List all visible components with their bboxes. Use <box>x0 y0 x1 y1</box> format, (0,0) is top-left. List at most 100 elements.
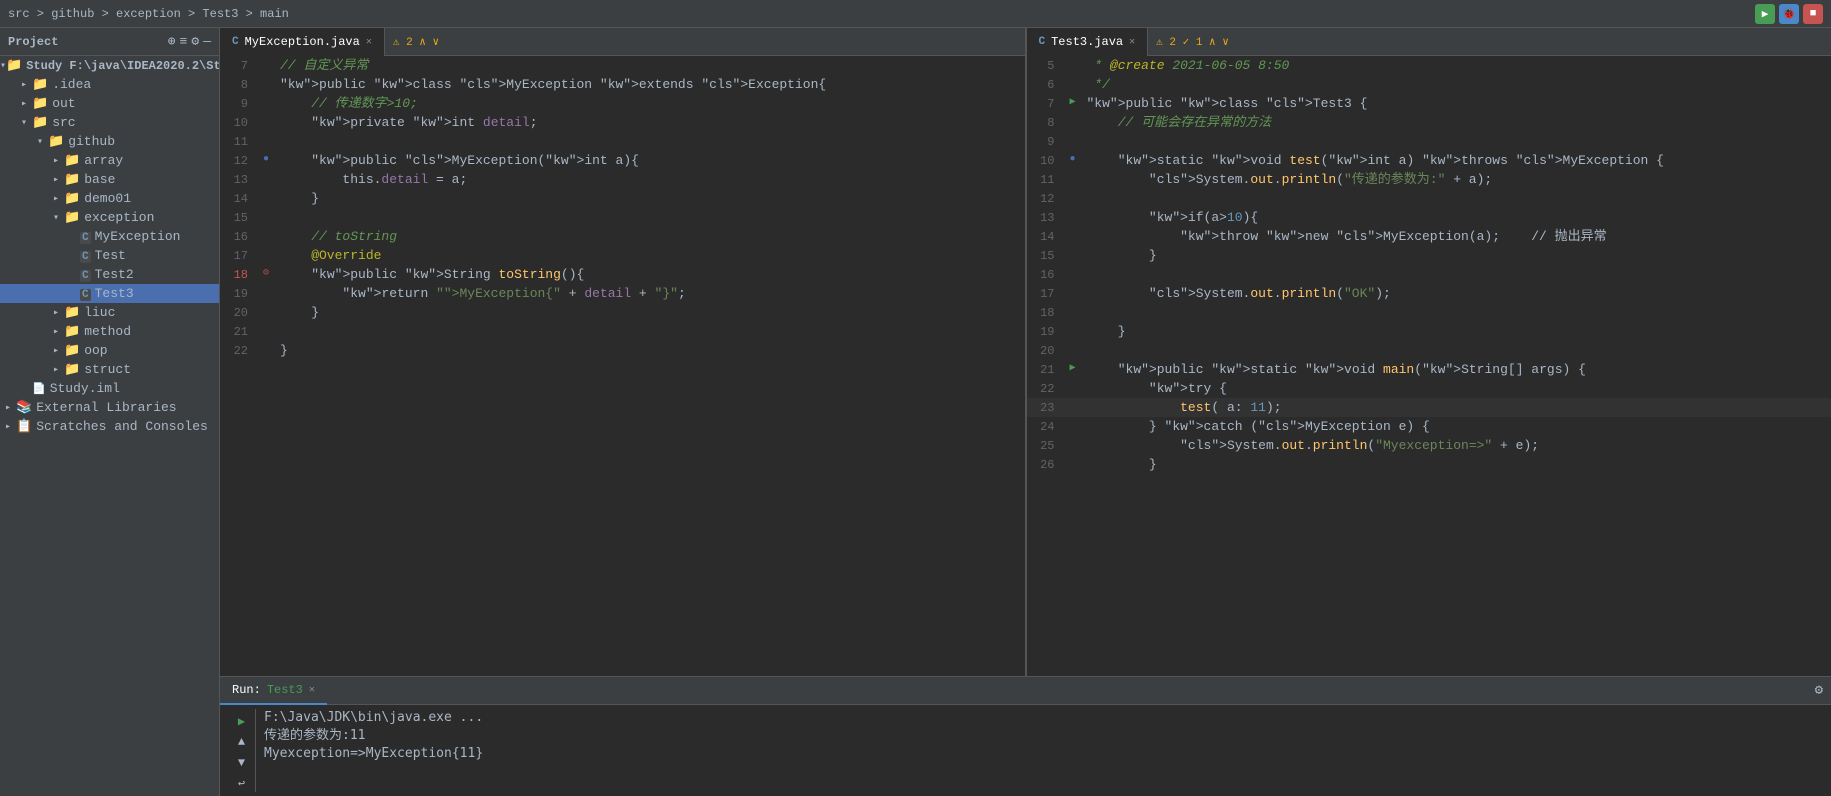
code-cell[interactable]: @Override <box>276 246 1025 265</box>
code-cell[interactable]: "kw">static "kw">void test("kw">int a) "… <box>1083 151 1831 170</box>
code-cell[interactable]: "kw">return "">MyException{" + detail + … <box>276 284 1025 303</box>
code-cell[interactable] <box>276 322 1025 341</box>
code-cell[interactable]: "kw">if(a>10){ <box>1083 208 1831 227</box>
left-tab-close[interactable]: ✕ <box>366 36 372 48</box>
code-cell[interactable]: "cls">System.out.println("传递的参数为:" + a); <box>1083 170 1831 189</box>
code-cell[interactable] <box>276 132 1025 151</box>
code-cell[interactable]: * @create 2021-06-05 8:50 <box>1083 56 1831 75</box>
sidebar-item-test[interactable]: CTest <box>0 246 219 265</box>
sidebar-item-ext_libs[interactable]: ▸📚External Libraries <box>0 398 219 417</box>
code-cell[interactable]: // 自定义异常 <box>276 56 1025 75</box>
add-icon[interactable]: ⊕ <box>168 34 176 49</box>
sidebar-item-study_iml[interactable]: 📄Study.iml <box>0 379 219 398</box>
minimize-icon[interactable]: — <box>203 34 211 49</box>
gutter-cell <box>1063 398 1083 417</box>
right-warning-badge: ⚠ 2 ✓ 1 ∧ ∨ <box>1156 35 1229 49</box>
tree-arrow-scratches: ▸ <box>0 421 16 433</box>
sidebar-item-scratches[interactable]: ▸📋Scratches and Consoles <box>0 417 219 436</box>
table-row: 20 <box>1027 341 1831 360</box>
debug-button[interactable]: 🐞 <box>1779 4 1799 24</box>
sidebar-item-oop[interactable]: ▸📁oop <box>0 341 219 360</box>
code-cell[interactable] <box>1083 189 1831 208</box>
settings-icon[interactable]: ⚙ <box>191 34 199 49</box>
sidebar-item-method[interactable]: ▸📁method <box>0 322 219 341</box>
code-cell[interactable]: } "kw">catch ("cls">MyException e) { <box>1083 417 1831 436</box>
left-tab-label: MyException.java <box>245 35 360 49</box>
code-cell[interactable]: "kw">throw "kw">new "cls">MyException(a)… <box>1083 227 1831 246</box>
sidebar-item-demo01[interactable]: ▸📁demo01 <box>0 189 219 208</box>
tree-arrow-base: ▸ <box>48 174 64 186</box>
sidebar-item-base[interactable]: ▸📁base <box>0 170 219 189</box>
sidebar-item-study[interactable]: ▾📁Study F:\java\IDEA2020.2\Stu <box>0 56 219 75</box>
tree-label-ext_libs: External Libraries <box>36 400 176 415</box>
line-number: 13 <box>220 170 256 189</box>
code-cell[interactable]: */ <box>1083 75 1831 94</box>
code-cell[interactable]: "kw">public "kw">class "cls">Test3 { <box>1083 94 1831 113</box>
line-number: 18 <box>1027 303 1063 322</box>
code-cell[interactable] <box>1083 341 1831 360</box>
tree-label-demo01: demo01 <box>84 191 131 206</box>
left-editor-content[interactable]: 7// 自定义异常8"kw">public "kw">class "cls">M… <box>220 56 1025 676</box>
stop-button[interactable]: ■ <box>1803 4 1823 24</box>
code-cell[interactable]: test( a: 11); <box>1083 398 1831 417</box>
code-cell[interactable]: } <box>1083 455 1831 474</box>
sidebar-item-src[interactable]: ▾📁src <box>0 113 219 132</box>
code-cell[interactable]: "cls">System.out.println("OK"); <box>1083 284 1831 303</box>
editor-area: C MyException.java ✕ ⚠ 2 ∧ ∨ 7// 自定义异常8"… <box>220 28 1831 796</box>
run-again-button[interactable]: ▶ <box>232 713 252 730</box>
code-cell[interactable]: // 传递数字>10; <box>276 94 1025 113</box>
code-cell[interactable] <box>1083 132 1831 151</box>
code-cell[interactable]: } <box>276 303 1025 322</box>
line-number: 22 <box>220 341 256 360</box>
run-tab-close[interactable]: ✕ <box>309 684 315 696</box>
tree-icon-scratches: 📋 <box>16 419 32 434</box>
code-cell[interactable]: "kw">public "kw">class "cls">MyException… <box>276 75 1025 94</box>
code-cell[interactable]: "kw">try { <box>1083 379 1831 398</box>
sidebar-item-myexception[interactable]: CMyException <box>0 227 219 246</box>
line-number: 20 <box>1027 341 1063 360</box>
right-tab-close[interactable]: ✕ <box>1129 36 1135 48</box>
code-cell[interactable]: "cls">System.out.println("Myexception=>"… <box>1083 436 1831 455</box>
table-row: 22 "kw">try { <box>1027 379 1831 398</box>
code-cell[interactable]: "kw">public "cls">MyException("kw">int a… <box>276 151 1025 170</box>
sidebar-item-idea[interactable]: ▸📁.idea <box>0 75 219 94</box>
scroll-up-button[interactable]: ▲ <box>232 734 252 751</box>
code-cell[interactable]: } <box>276 341 1025 360</box>
tree-icon-src: 📁 <box>32 115 48 130</box>
run-tab[interactable]: Run: Test3 ✕ <box>220 677 327 705</box>
sidebar-item-liuc[interactable]: ▸📁liuc <box>0 303 219 322</box>
tree-icon-test3: C <box>80 286 91 301</box>
table-row: 16 <box>1027 265 1831 284</box>
code-cell[interactable]: "kw">private "kw">int detail; <box>276 113 1025 132</box>
wrap-button[interactable]: ↩ <box>232 775 252 792</box>
code-cell[interactable]: } <box>276 189 1025 208</box>
code-cell[interactable]: } <box>1083 322 1831 341</box>
sidebar-item-test2[interactable]: CTest2 <box>0 265 219 284</box>
code-cell[interactable]: } <box>1083 246 1831 265</box>
right-editor-tab[interactable]: C Test3.java ✕ <box>1027 28 1149 56</box>
code-cell[interactable] <box>1083 303 1831 322</box>
gutter-cell <box>1063 170 1083 189</box>
sidebar-item-test3[interactable]: CTest3 <box>0 284 219 303</box>
run-button[interactable]: ▶ <box>1755 4 1775 24</box>
panel-settings-button[interactable]: ⚙ <box>1815 682 1823 699</box>
sidebar-item-exception[interactable]: ▾📁exception <box>0 208 219 227</box>
code-cell[interactable]: this.detail = a; <box>276 170 1025 189</box>
scroll-down-button[interactable]: ▼ <box>232 755 252 772</box>
sidebar-item-out[interactable]: ▸📁out <box>0 94 219 113</box>
sidebar-item-struct[interactable]: ▸📁struct <box>0 360 219 379</box>
code-cell[interactable]: // 可能会存在异常的方法 <box>1083 113 1831 132</box>
gutter-cell <box>1063 75 1083 94</box>
code-cell[interactable]: "kw">public "kw">String toString(){ <box>276 265 1025 284</box>
options-icon[interactable]: ≡ <box>180 34 188 49</box>
code-cell[interactable] <box>276 208 1025 227</box>
code-cell[interactable] <box>1083 265 1831 284</box>
left-editor-tab[interactable]: C MyException.java ✕ <box>220 28 385 56</box>
code-cell[interactable]: // toString <box>276 227 1025 246</box>
gutter-cell <box>1063 284 1083 303</box>
sidebar-header: Project ⊕ ≡ ⚙ — <box>0 28 219 56</box>
code-cell[interactable]: "kw">public "kw">static "kw">void main("… <box>1083 360 1831 379</box>
sidebar-item-github[interactable]: ▾📁github <box>0 132 219 151</box>
right-editor-content[interactable]: 5 * @create 2021-06-05 8:506 */7▶"kw">pu… <box>1027 56 1831 676</box>
sidebar-item-array[interactable]: ▸📁array <box>0 151 219 170</box>
